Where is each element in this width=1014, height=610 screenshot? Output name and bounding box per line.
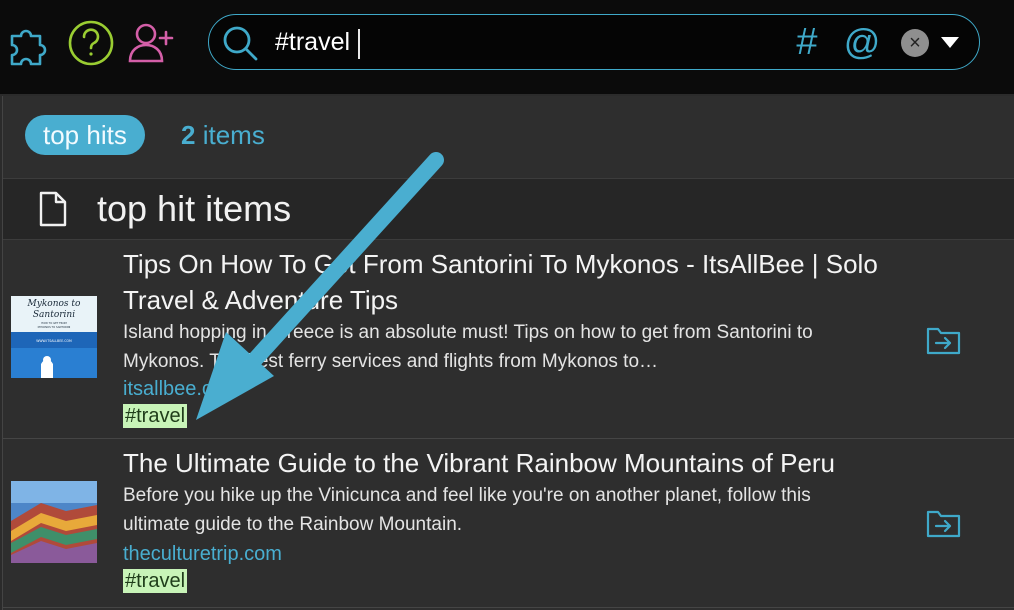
result-count-label: items: [202, 120, 265, 150]
result-source-link[interactable]: theculturetrip.com: [123, 541, 282, 567]
thumbnail-text: WWW.ITSALLBEE.COM: [36, 339, 72, 343]
open-in-folder-icon[interactable]: [925, 505, 963, 539]
toolbar: # @ ×: [0, 0, 1014, 94]
chevron-down-icon[interactable]: [939, 33, 961, 51]
result-tag[interactable]: #travel: [123, 404, 188, 428]
thumbnail-text: MYKONOS TO SANTORINI: [38, 325, 71, 329]
result-description: Island hopping in Greece is an absolute …: [123, 322, 813, 372]
top-hits-filter-pill[interactable]: top hits: [25, 115, 145, 155]
result-count: 2 items: [181, 115, 265, 155]
result-title[interactable]: Tips On How To Get From Santorini To Myk…: [123, 246, 883, 318]
help-icon[interactable]: [66, 18, 116, 68]
search-bar[interactable]: # @ ×: [208, 14, 980, 70]
result-description: Before you hike up the Vinicunca and fee…: [123, 485, 811, 535]
result-thumbnail: Mykonos to Santorini HOW TO GET FROM MYK…: [11, 296, 97, 378]
mention-filter-button[interactable]: @: [841, 21, 883, 63]
section-header: top hit items: [3, 178, 1014, 240]
hashtag-filter-button[interactable]: #: [787, 21, 827, 63]
result-count-number: 2: [181, 120, 196, 150]
add-user-icon[interactable]: [126, 18, 176, 68]
open-in-folder-icon[interactable]: [925, 322, 963, 356]
result-item[interactable]: The Ultimate Guide to the Vibrant Rainbo…: [3, 439, 1014, 608]
text-caret: [358, 29, 360, 59]
document-icon: [37, 191, 69, 227]
result-item[interactable]: Mykonos to Santorini HOW TO GET FROM MYK…: [3, 238, 1014, 439]
section-title: top hit items: [97, 188, 292, 229]
thumbnail-text: HOW TO GET FROM: [41, 321, 66, 325]
result-tag[interactable]: #travel: [123, 569, 188, 593]
clear-search-button[interactable]: ×: [901, 29, 929, 57]
results-panel: top hits 2 items top hit items Mykonos t…: [2, 96, 1014, 610]
puzzle-icon[interactable]: [6, 18, 56, 68]
search-input[interactable]: [275, 25, 755, 59]
thumbnail-text: Mykonos to: [27, 299, 81, 309]
thumbnail-text: Santorini: [33, 310, 75, 320]
result-source-link[interactable]: itsallbee.com: [123, 376, 240, 402]
result-title[interactable]: The Ultimate Guide to the Vibrant Rainbo…: [123, 445, 883, 481]
search-icon[interactable]: [221, 24, 259, 62]
result-thumbnail: [11, 481, 97, 563]
